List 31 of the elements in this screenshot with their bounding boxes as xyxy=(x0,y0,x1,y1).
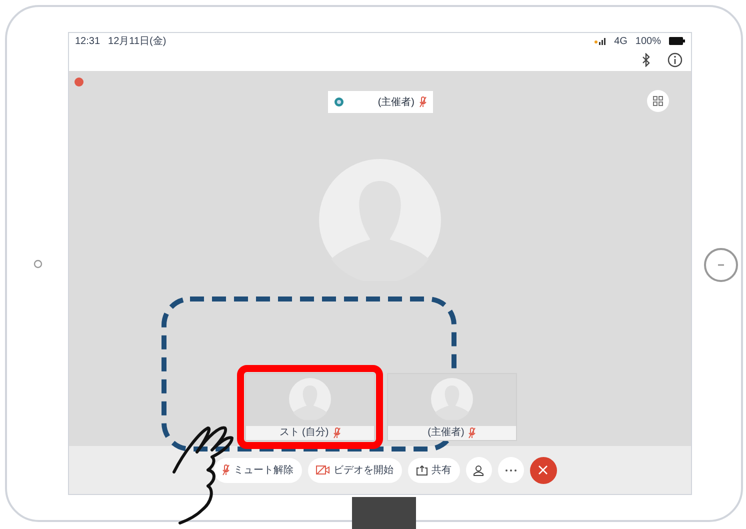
side-button-icon xyxy=(33,259,43,269)
grid-icon xyxy=(653,96,663,106)
signal-icon xyxy=(594,37,606,45)
network-label: 4G xyxy=(614,34,628,48)
recording-dot-icon xyxy=(74,77,84,87)
status-date: 12月11日(金) xyxy=(108,34,166,48)
share-button[interactable]: 共有 xyxy=(408,458,460,482)
home-button-icon xyxy=(702,246,740,284)
dock-connector xyxy=(352,497,416,529)
tile-name: (主催者) xyxy=(428,428,464,438)
battery-percent: 100% xyxy=(635,34,661,48)
close-icon xyxy=(538,465,548,475)
person-icon xyxy=(473,464,484,476)
share-icon xyxy=(416,464,428,476)
muted-microphone-icon xyxy=(222,464,230,476)
video-tile[interactable]: (主催者) xyxy=(387,373,517,441)
info-icon xyxy=(667,52,683,68)
more-icon xyxy=(504,468,516,472)
battery-icon xyxy=(669,37,685,45)
speaker-name: (主催者) xyxy=(378,96,414,110)
avatar-dot-icon xyxy=(334,97,344,107)
layout-button[interactable] xyxy=(647,90,669,112)
unmute-button[interactable]: ミュート解除 xyxy=(214,458,302,482)
video-tile[interactable]: スト (自分) xyxy=(245,373,375,441)
status-time: 12:31 xyxy=(75,34,100,48)
participants-button[interactable] xyxy=(466,457,492,483)
video-off-icon xyxy=(316,465,330,475)
tile-name: スト (自分) xyxy=(279,428,329,438)
bluetooth-icon xyxy=(641,53,651,67)
start-video-button[interactable]: ビデオを開始 xyxy=(308,458,402,482)
end-call-button[interactable] xyxy=(530,456,556,484)
